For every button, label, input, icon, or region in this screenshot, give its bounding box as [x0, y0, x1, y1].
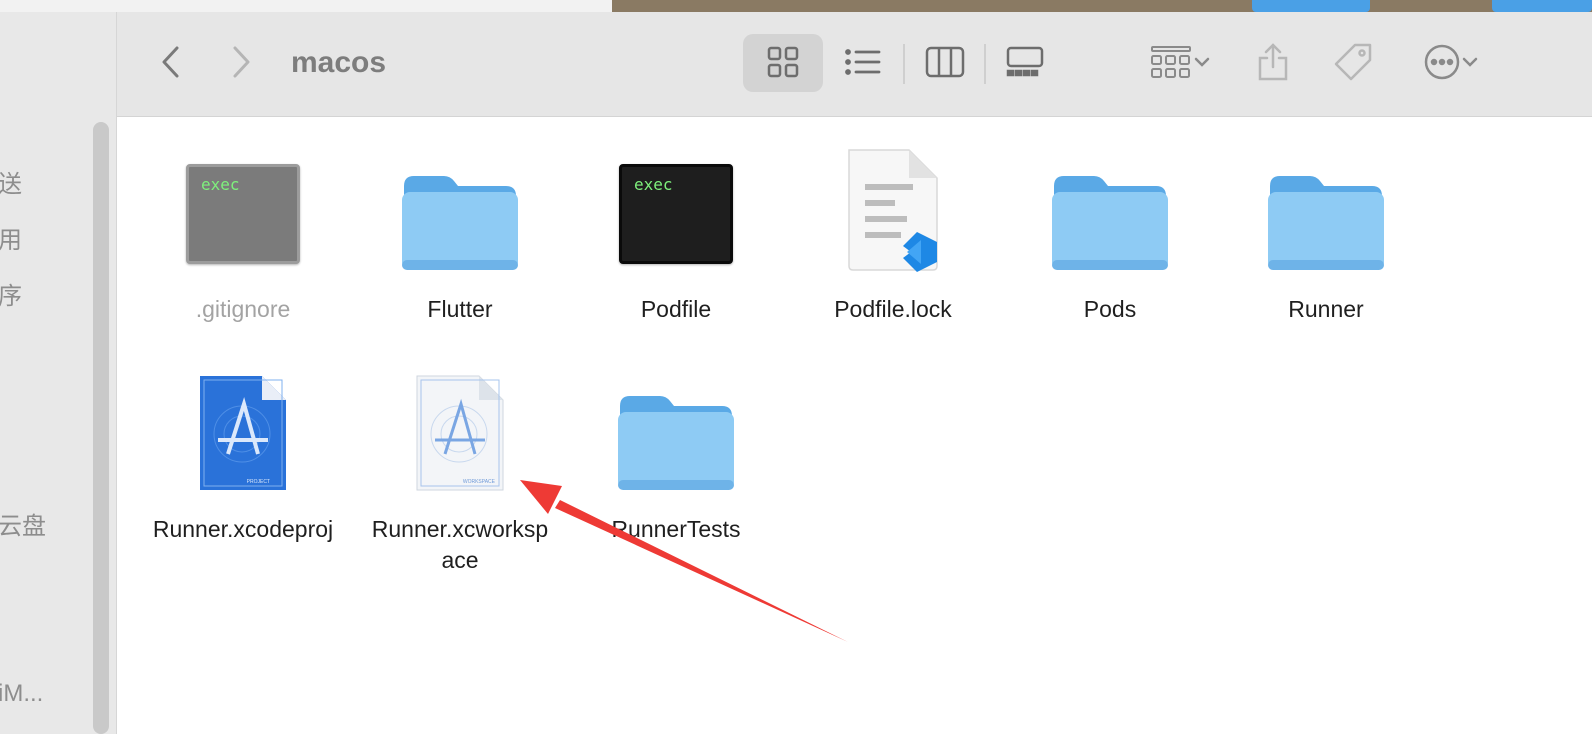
- toolbar-divider: [984, 44, 986, 84]
- sidebar-scrollbar[interactable]: [93, 122, 109, 734]
- file-item[interactable]: WORKSPACE Runner.xcworksp ace: [352, 362, 568, 576]
- file-name: Runner.xcworksp ace: [352, 514, 568, 576]
- sidebar-item[interactable]: 用: [0, 220, 22, 255]
- sidebar-item[interactable]: 序: [0, 276, 22, 311]
- more-button[interactable]: [1413, 40, 1489, 84]
- file-item[interactable]: Pods: [1002, 142, 1218, 325]
- chevron-down-icon: [1462, 57, 1478, 67]
- background-strip: [0, 0, 1592, 12]
- background-blue-block: [1492, 0, 1592, 12]
- exec-black-icon: exec: [568, 142, 784, 272]
- sidebar: 送 用 序 云盘 iM...: [0, 12, 116, 734]
- file-name-line: ace: [441, 547, 479, 573]
- folder-icon: [568, 362, 784, 492]
- exec-label: exec: [201, 175, 240, 194]
- workspace-badge: WORKSPACE: [463, 479, 496, 485]
- folder-icon: [1218, 142, 1434, 272]
- sidebar-item[interactable]: 送: [0, 164, 22, 199]
- tag-button[interactable]: [1331, 40, 1375, 84]
- file-item[interactable]: exec .gitignore: [135, 142, 351, 325]
- file-item[interactable]: exec Podfile: [568, 142, 784, 325]
- vscode-doc-icon: [785, 142, 1001, 272]
- icon-view-icon: [767, 46, 799, 78]
- file-item[interactable]: RunnerTests: [568, 362, 784, 545]
- folder-icon: [1002, 142, 1218, 272]
- chevron-left-icon: [162, 46, 179, 78]
- project-badge: PROJECT: [247, 479, 270, 485]
- column-view-button[interactable]: [923, 44, 967, 80]
- list-view-icon: [845, 49, 881, 75]
- file-name-line: Runner.xcworksp: [371, 516, 549, 542]
- file-name: .gitignore: [195, 296, 291, 322]
- list-view-button[interactable]: [843, 44, 883, 80]
- gallery-view-icon: [1006, 46, 1044, 77]
- window-title: macos: [291, 46, 387, 79]
- share-button[interactable]: [1253, 40, 1293, 84]
- file-name: RunnerTests: [611, 516, 741, 542]
- forward-button[interactable]: [219, 40, 263, 84]
- chevron-right-icon: [233, 46, 250, 78]
- exec-gray-icon: exec: [135, 142, 351, 272]
- xcode-workspace-icon: WORKSPACE: [352, 362, 568, 492]
- file-name: Runner.xcodeproj: [152, 516, 334, 542]
- toolbar: macos: [117, 12, 1592, 117]
- sidebar-item[interactable]: 云盘: [0, 506, 46, 541]
- file-item[interactable]: Flutter: [352, 142, 568, 325]
- tag-icon: [1334, 43, 1372, 81]
- icon-view-button[interactable]: [765, 44, 801, 80]
- ellipsis-icon: [1424, 44, 1460, 80]
- gallery-view-button[interactable]: [1003, 44, 1047, 80]
- file-name: Runner: [1288, 296, 1364, 322]
- group-button[interactable]: [1143, 42, 1217, 82]
- background-blue-block: [1252, 0, 1370, 12]
- file-name: Podfile: [640, 296, 712, 322]
- toolbar-divider: [903, 44, 905, 84]
- folder-icon: [352, 142, 568, 272]
- chevron-down-icon: [1194, 57, 1210, 67]
- group-icon: [1151, 46, 1191, 78]
- background-photo: [612, 0, 1592, 12]
- back-button[interactable]: [149, 40, 193, 84]
- file-name: Flutter: [427, 296, 493, 322]
- sidebar-item[interactable]: iM...: [0, 680, 43, 708]
- file-item[interactable]: PROJECT Runner.xcodeproj: [135, 362, 351, 545]
- file-item[interactable]: Podfile.lock: [785, 142, 1001, 325]
- file-item[interactable]: Runner: [1218, 142, 1434, 325]
- exec-label: exec: [634, 175, 673, 194]
- xcode-project-icon: PROJECT: [135, 362, 351, 492]
- share-icon: [1258, 43, 1288, 81]
- column-view-icon: [925, 46, 965, 78]
- file-name: Pods: [1083, 296, 1137, 322]
- file-name: Podfile.lock: [834, 296, 952, 322]
